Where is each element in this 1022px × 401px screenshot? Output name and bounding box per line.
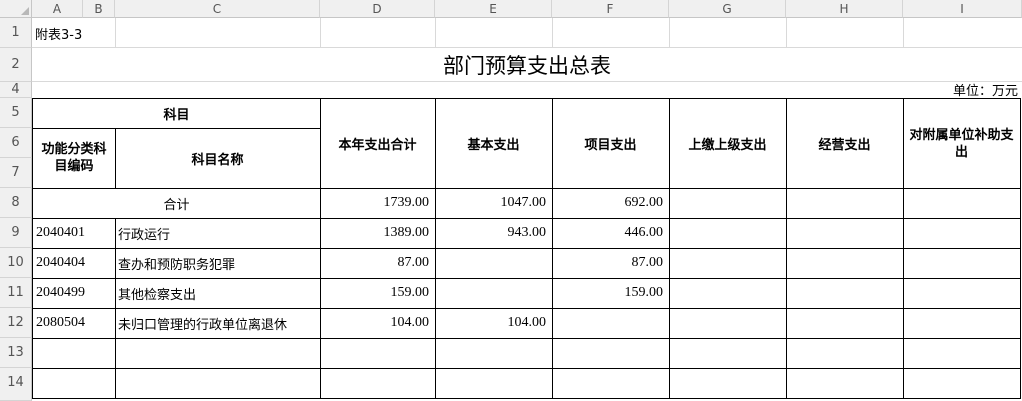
- gridline: [115, 18, 116, 48]
- empty-cell[interactable]: [669, 278, 787, 309]
- empty-cell[interactable]: [903, 278, 1021, 309]
- header-upper[interactable]: 上缴上级支出: [669, 98, 787, 189]
- row-project-cell[interactable]: [552, 308, 670, 339]
- column-header-i[interactable]: I: [903, 0, 1022, 18]
- empty-cell[interactable]: [669, 308, 787, 339]
- header-func-code[interactable]: 功能分类科目编码: [32, 128, 116, 189]
- cell-a1-note[interactable]: 附表3-3: [32, 18, 115, 48]
- gridline: [669, 18, 670, 48]
- empty-cell[interactable]: [32, 368, 116, 399]
- row-name-cell[interactable]: 查办和预防职务犯罪: [115, 248, 321, 279]
- column-header-c[interactable]: C: [115, 0, 320, 18]
- gridline: [435, 18, 436, 48]
- empty-cell[interactable]: [903, 338, 1021, 369]
- header-operating[interactable]: 经营支出: [786, 98, 904, 189]
- row-basic-cell[interactable]: 943.00: [435, 218, 553, 249]
- empty-cell[interactable]: [115, 338, 321, 369]
- column-header-d[interactable]: D: [320, 0, 435, 18]
- total-sum-cell[interactable]: 1739.00: [320, 188, 436, 219]
- row-header-7[interactable]: 7: [0, 158, 32, 188]
- column-header-g[interactable]: G: [669, 0, 786, 18]
- row-basic-cell[interactable]: 104.00: [435, 308, 553, 339]
- empty-cell[interactable]: [32, 338, 116, 369]
- row-header-6[interactable]: 6: [0, 128, 32, 158]
- empty-cell[interactable]: [903, 308, 1021, 339]
- column-header-a[interactable]: A: [32, 0, 83, 18]
- column-header-e[interactable]: E: [435, 0, 552, 18]
- empty-cell[interactable]: [320, 368, 436, 399]
- row-name-cell[interactable]: 其他检察支出: [115, 278, 321, 309]
- empty-cell[interactable]: [903, 218, 1021, 249]
- empty-cell[interactable]: [669, 188, 787, 219]
- row-code-cell[interactable]: 2040404: [32, 248, 116, 279]
- row-header-1[interactable]: 1: [0, 18, 32, 48]
- gridline: [786, 18, 787, 48]
- empty-cell[interactable]: [786, 278, 904, 309]
- column-header-f[interactable]: F: [552, 0, 669, 18]
- empty-cell[interactable]: [786, 338, 904, 369]
- empty-cell[interactable]: [435, 368, 553, 399]
- empty-cell[interactable]: [903, 368, 1021, 399]
- row-header-14[interactable]: 14: [0, 368, 32, 401]
- empty-cell[interactable]: [786, 188, 904, 219]
- row-header-5[interactable]: 5: [0, 98, 32, 128]
- row-header-2[interactable]: 2: [0, 48, 32, 82]
- row-header-10[interactable]: 10: [0, 248, 32, 278]
- column-header-b[interactable]: B: [83, 0, 115, 18]
- row-basic-cell[interactable]: [435, 248, 553, 279]
- gridline: [552, 18, 553, 48]
- header-subject-name[interactable]: 科目名称: [115, 128, 321, 189]
- header-subject[interactable]: 科目: [32, 98, 321, 129]
- empty-cell[interactable]: [115, 368, 321, 399]
- gridline: [903, 18, 904, 48]
- column-header-h[interactable]: H: [786, 0, 903, 18]
- row-header-12[interactable]: 12: [0, 308, 32, 338]
- total-label[interactable]: 合计: [32, 188, 321, 219]
- empty-cell[interactable]: [320, 338, 436, 369]
- empty-cell[interactable]: [903, 188, 1021, 219]
- row-total-cell[interactable]: 1389.00: [320, 218, 436, 249]
- row-total-cell[interactable]: 87.00: [320, 248, 436, 279]
- header-total[interactable]: 本年支出合计: [320, 98, 436, 189]
- empty-cell[interactable]: [669, 218, 787, 249]
- empty-cell[interactable]: [552, 338, 670, 369]
- unit-label[interactable]: 单位：万元: [903, 80, 1022, 99]
- empty-cell[interactable]: [552, 368, 670, 399]
- total-project-cell[interactable]: 692.00: [552, 188, 670, 219]
- spreadsheet: A B C D E F G H I 1 2 4 5 6 7 8 9 10 11 …: [0, 0, 1022, 401]
- row-name-cell[interactable]: 行政运行: [115, 218, 321, 249]
- empty-cell[interactable]: [786, 248, 904, 279]
- select-all-corner[interactable]: [0, 0, 32, 18]
- empty-cell[interactable]: [903, 248, 1021, 279]
- header-subsidy[interactable]: 对附属单位补助支出: [903, 98, 1021, 189]
- empty-cell[interactable]: [786, 308, 904, 339]
- header-project[interactable]: 项目支出: [552, 98, 670, 189]
- row-total-cell[interactable]: 104.00: [320, 308, 436, 339]
- row-header-8[interactable]: 8: [0, 188, 32, 218]
- sheet-title[interactable]: 部门预算支出总表: [32, 48, 1022, 82]
- row-header-11[interactable]: 11: [0, 278, 32, 308]
- empty-cell[interactable]: [786, 218, 904, 249]
- row-project-cell[interactable]: 159.00: [552, 278, 670, 309]
- row-header-9[interactable]: 9: [0, 218, 32, 248]
- row-code-cell[interactable]: 2040499: [32, 278, 116, 309]
- header-basic[interactable]: 基本支出: [435, 98, 553, 189]
- total-basic-cell[interactable]: 1047.00: [435, 188, 553, 219]
- row-project-cell[interactable]: 87.00: [552, 248, 670, 279]
- row-total-cell[interactable]: 159.00: [320, 278, 436, 309]
- gridline: [320, 18, 321, 48]
- empty-cell[interactable]: [669, 248, 787, 279]
- row-header-13[interactable]: 13: [0, 338, 32, 368]
- empty-cell[interactable]: [669, 338, 787, 369]
- empty-cell[interactable]: [786, 368, 904, 399]
- row-code-cell[interactable]: 2080504: [32, 308, 116, 339]
- empty-cell[interactable]: [435, 338, 553, 369]
- row-basic-cell[interactable]: [435, 278, 553, 309]
- row-name-cell[interactable]: 未归口管理的行政单位离退休: [115, 308, 321, 339]
- row-header-4[interactable]: 4: [0, 82, 32, 98]
- row-code-cell[interactable]: 2040401: [32, 218, 116, 249]
- row-project-cell[interactable]: 446.00: [552, 218, 670, 249]
- empty-cell[interactable]: [669, 368, 787, 399]
